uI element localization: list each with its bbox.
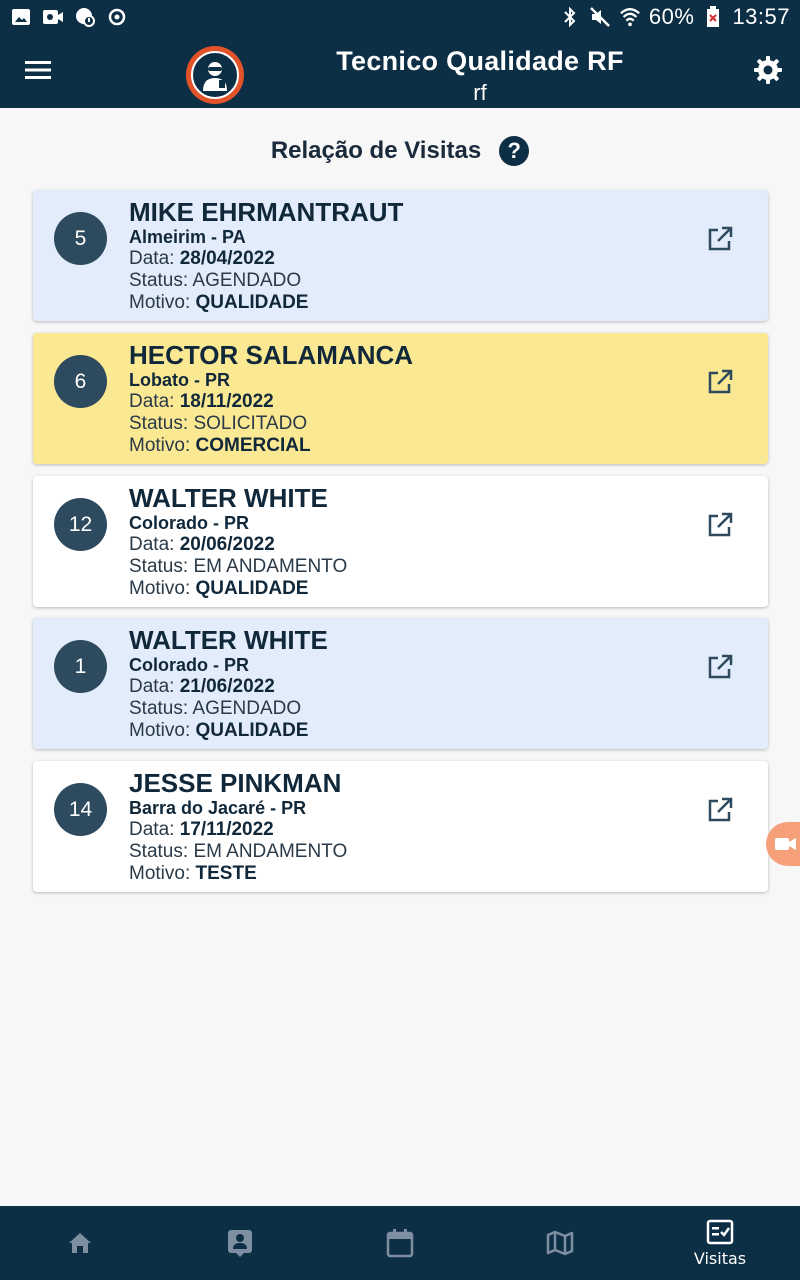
help-icon[interactable]: ? bbox=[499, 136, 530, 166]
battery-percent: 60% bbox=[648, 4, 695, 29]
client-city: Colorado - PR bbox=[129, 655, 249, 675]
screen-recorder-tab[interactable] bbox=[766, 822, 800, 866]
visit-card[interactable]: 14 JESSE PINKMAN Barra do Jacaré - PR Da… bbox=[33, 761, 768, 892]
visit-card[interactable]: 5 MIKE EHRMANTRAUT Almeirim - PA Data: 2… bbox=[33, 190, 768, 321]
visit-status: Status: AGENDADO bbox=[129, 698, 302, 719]
client-city: Almeirim - PA bbox=[129, 227, 246, 247]
wifi-icon bbox=[619, 6, 641, 28]
calendar-icon bbox=[386, 1229, 414, 1258]
visit-date: Data: 28/04/2022 bbox=[129, 248, 275, 269]
video-record-icon bbox=[775, 838, 796, 850]
visit-date: Data: 17/11/2022 bbox=[129, 819, 274, 840]
app-bar: Tecnico Qualidade RF rf bbox=[0, 34, 800, 108]
map-icon bbox=[546, 1230, 574, 1256]
visit-reason: Motivo: QUALIDADE bbox=[129, 578, 309, 599]
client-name: HECTOR SALAMANCA bbox=[129, 340, 414, 370]
page-title: Relação de Visitas bbox=[270, 137, 482, 164]
visit-number-badge: 14 bbox=[54, 783, 107, 836]
visit-status: Status: SOLICITADO bbox=[129, 413, 308, 434]
client-name: WALTER WHITE bbox=[129, 625, 328, 655]
clock: 13:57 bbox=[732, 4, 790, 29]
client-name: MIKE EHRMANTRAUT bbox=[129, 197, 404, 227]
mute-icon bbox=[589, 6, 611, 28]
battery-icon bbox=[702, 6, 724, 28]
visit-reason: Motivo: QUALIDADE bbox=[129, 720, 309, 741]
app-subtitle: rf bbox=[473, 80, 487, 105]
visit-date: Data: 20/06/2022 bbox=[129, 534, 275, 555]
app-logo bbox=[186, 46, 244, 104]
visit-date: Data: 18/11/2022 bbox=[129, 391, 274, 412]
visit-status: Status: AGENDADO bbox=[129, 270, 302, 291]
video-camera-icon bbox=[42, 6, 64, 28]
visit-reason: Motivo: QUALIDADE bbox=[129, 292, 309, 313]
visit-card[interactable]: 6 HECTOR SALAMANCA Lobato - PR Data: 18/… bbox=[33, 333, 768, 464]
client-name: WALTER WHITE bbox=[129, 483, 328, 513]
bluetooth-icon bbox=[559, 6, 581, 28]
nav-home[interactable] bbox=[0, 1206, 160, 1280]
visit-card[interactable]: 1 WALTER WHITE Colorado - PR Data: 21/06… bbox=[33, 618, 768, 749]
nav-visits-label: Visitas bbox=[693, 1248, 747, 1268]
nav-visits[interactable]: Visitas bbox=[640, 1206, 800, 1280]
status-bar: 60% 13:57 bbox=[0, 0, 800, 34]
location-alert-icon bbox=[74, 6, 96, 28]
bottom-navigation: Visitas bbox=[0, 1206, 800, 1280]
visit-status: Status: EM ANDAMENTO bbox=[129, 841, 348, 862]
client-city: Lobato - PR bbox=[129, 370, 230, 390]
visit-status: Status: EM ANDAMENTO bbox=[129, 556, 348, 577]
nav-contacts[interactable] bbox=[160, 1206, 320, 1280]
settings-gear-icon[interactable] bbox=[752, 54, 784, 86]
open-external-icon[interactable] bbox=[705, 367, 735, 397]
visit-card[interactable]: 12 WALTER WHITE Colorado - PR Data: 20/0… bbox=[33, 476, 768, 607]
image-icon bbox=[10, 6, 32, 28]
visit-number-badge: 1 bbox=[54, 640, 107, 693]
client-name: JESSE PINKMAN bbox=[129, 768, 342, 798]
visit-number-badge: 6 bbox=[54, 355, 107, 408]
open-external-icon[interactable] bbox=[705, 510, 735, 540]
home-icon bbox=[69, 1233, 91, 1253]
checklist-icon bbox=[706, 1219, 734, 1244]
app-title: Tecnico Qualidade RF bbox=[336, 46, 624, 76]
list-heading: Relação de Visitas ? bbox=[0, 136, 800, 166]
contact-icon bbox=[228, 1230, 252, 1257]
nav-map[interactable] bbox=[480, 1206, 640, 1280]
visit-reason: Motivo: COMERCIAL bbox=[129, 435, 311, 456]
open-external-icon[interactable] bbox=[705, 224, 735, 254]
client-city: Barra do Jacaré - PR bbox=[129, 798, 307, 818]
visit-number-badge: 5 bbox=[54, 212, 107, 265]
technician-icon bbox=[203, 62, 227, 91]
menu-icon[interactable] bbox=[22, 54, 54, 86]
open-external-icon[interactable] bbox=[705, 652, 735, 682]
client-city: Colorado - PR bbox=[129, 513, 249, 533]
visit-reason: Motivo: TESTE bbox=[129, 863, 257, 884]
visit-date: Data: 21/06/2022 bbox=[129, 676, 275, 697]
nav-calendar[interactable] bbox=[320, 1206, 480, 1280]
sync-icon bbox=[106, 6, 128, 28]
open-external-icon[interactable] bbox=[705, 795, 735, 825]
visit-number-badge: 12 bbox=[54, 498, 107, 551]
